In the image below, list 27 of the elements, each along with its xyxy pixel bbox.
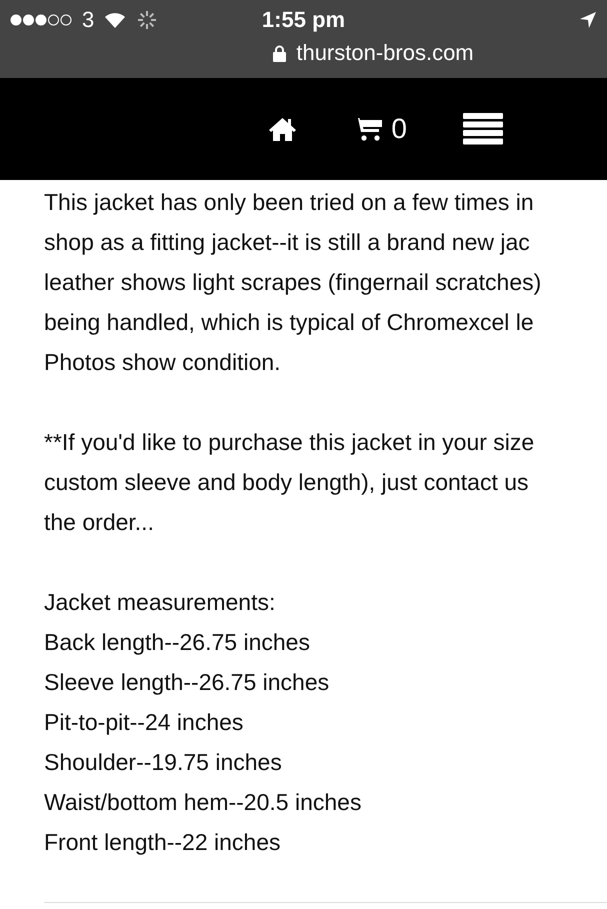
body-text-line: Waist/bottom hem--20.5 inches <box>44 788 362 817</box>
body-text-line: Pit-to-pit--24 inches <box>44 708 244 737</box>
body-text-line: **If you'd like to purchase this jacket in your size <box>44 428 536 457</box>
cart-count: 0 <box>391 113 407 145</box>
body-text-line: Sleeve length--26.75 inches <box>44 668 330 697</box>
body-text-line: Shoulder--19.75 inches <box>44 748 283 777</box>
signal-icon <box>10 14 72 26</box>
wifi-icon <box>104 12 126 28</box>
cart-button[interactable]: 0 <box>353 113 407 145</box>
body-text-line: the order... <box>44 508 155 537</box>
body-text-line: Jacket measurements: <box>44 588 276 617</box>
url-text[interactable]: thurston-bros.com <box>296 40 474 66</box>
clock-time: 1:55 pm <box>262 7 346 33</box>
location-arrow-icon <box>579 11 597 29</box>
carrier-label: 3 <box>82 7 94 33</box>
body-text-line: This jacket has only been tried on a few times in <box>44 188 535 217</box>
menu-icon[interactable] <box>463 113 503 145</box>
body-text-line: Front length--22 inches <box>44 828 282 857</box>
spinner-icon <box>136 9 158 31</box>
body-text-line: being handled, which is typical of Chromexcel le <box>44 308 535 337</box>
body-text-line: custom sleeve and body length), just contact us <box>44 468 530 497</box>
body-text-line: Photos show condition. <box>44 348 282 377</box>
home-icon[interactable] <box>268 117 298 141</box>
body-text-line: leather shows light scrapes (fingernail scratches) <box>44 268 542 297</box>
lock-icon <box>273 44 286 62</box>
body-text-line: shop as a fitting jacket--it is still a brand new jac <box>44 228 531 257</box>
body-text-line: Back length--26.75 inches <box>44 628 311 657</box>
